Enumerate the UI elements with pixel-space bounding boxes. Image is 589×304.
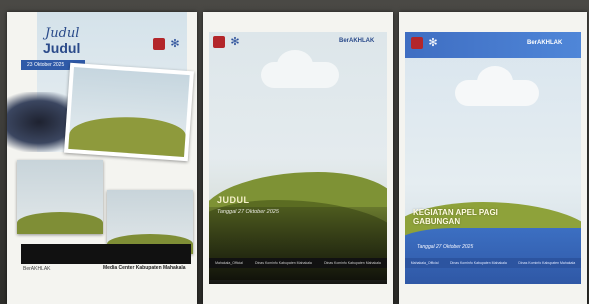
poster-date: Tanggal 27 Oktober 2025: [217, 209, 279, 215]
poster-date: Tanggal 27 Oktober 2025: [417, 244, 474, 250]
poster-title: KEGIATAN APEL PAGI GABUNGAN: [413, 208, 498, 226]
facebook-handle: Dinas Kominfo Kabupaten Mahakala: [450, 261, 507, 265]
dark-gradient-overlay: [209, 207, 387, 284]
kominfo-logo-icon: ✻: [428, 37, 438, 49]
cloud-shape: [261, 50, 339, 88]
poster-card-blue[interactable]: KEGIATAN APEL PAGI GABUNGAN Tanggal 27 O…: [399, 12, 587, 304]
berakhlak-logo: BerAKHLAK: [339, 38, 375, 44]
kominfo-logo-icon: ✻: [170, 38, 180, 50]
facebook-handle: Dinas Kominfo Kabupaten Mahakala: [255, 261, 312, 265]
social-footer: Mahakala_Official Dinas Kominfo Kabupate…: [209, 258, 387, 268]
regency-emblem-icon: [153, 38, 165, 50]
youtube-handle: Dinas Kominfo Kabupaten Mahakala: [324, 261, 381, 265]
instagram-handle: Mahakala_Official: [410, 261, 439, 265]
poster-frame: JUDUL Tanggal 27 Oktober 2025: [209, 32, 387, 284]
script-title: Judul: [45, 26, 80, 41]
photo-frame-left[interactable]: [17, 160, 103, 234]
youtube-handle: Dinas Kominfo Kabupaten Mahakala: [518, 261, 576, 265]
blue-wave: [405, 228, 581, 284]
poster-frame: KEGIATAN APEL PAGI GABUNGAN Tanggal 27 O…: [405, 32, 581, 284]
kominfo-logo-icon: ✻: [230, 36, 240, 48]
regency-emblem-icon: [213, 36, 225, 48]
photo-hill: [17, 212, 103, 234]
footer-brand: BerAKHLAK: [23, 266, 51, 272]
instagram-handle: Mahakala_Official: [215, 261, 243, 265]
poster-card-dark[interactable]: JUDUL Tanggal 27 Oktober 2025 ✻ BerAKHLA…: [203, 12, 393, 304]
regency-emblem-icon: [411, 37, 423, 49]
caption-bar: [21, 244, 191, 264]
poster-card-collage[interactable]: Judul Judul ✻ 23 Oktober 2025 BerAKHLAK …: [7, 12, 197, 304]
berakhlak-logo: BerAKHLAK: [527, 40, 563, 46]
footer-credit: Media Center Kabupaten Mahakala: [103, 265, 186, 271]
poster-title: JUDUL: [217, 195, 250, 205]
page-title: Judul: [43, 40, 81, 56]
social-footer: Mahakala_Official Dinas Kominfo Kabupate…: [405, 258, 581, 268]
cloud-shape: [455, 66, 539, 106]
photo-frame-main[interactable]: [64, 62, 194, 162]
